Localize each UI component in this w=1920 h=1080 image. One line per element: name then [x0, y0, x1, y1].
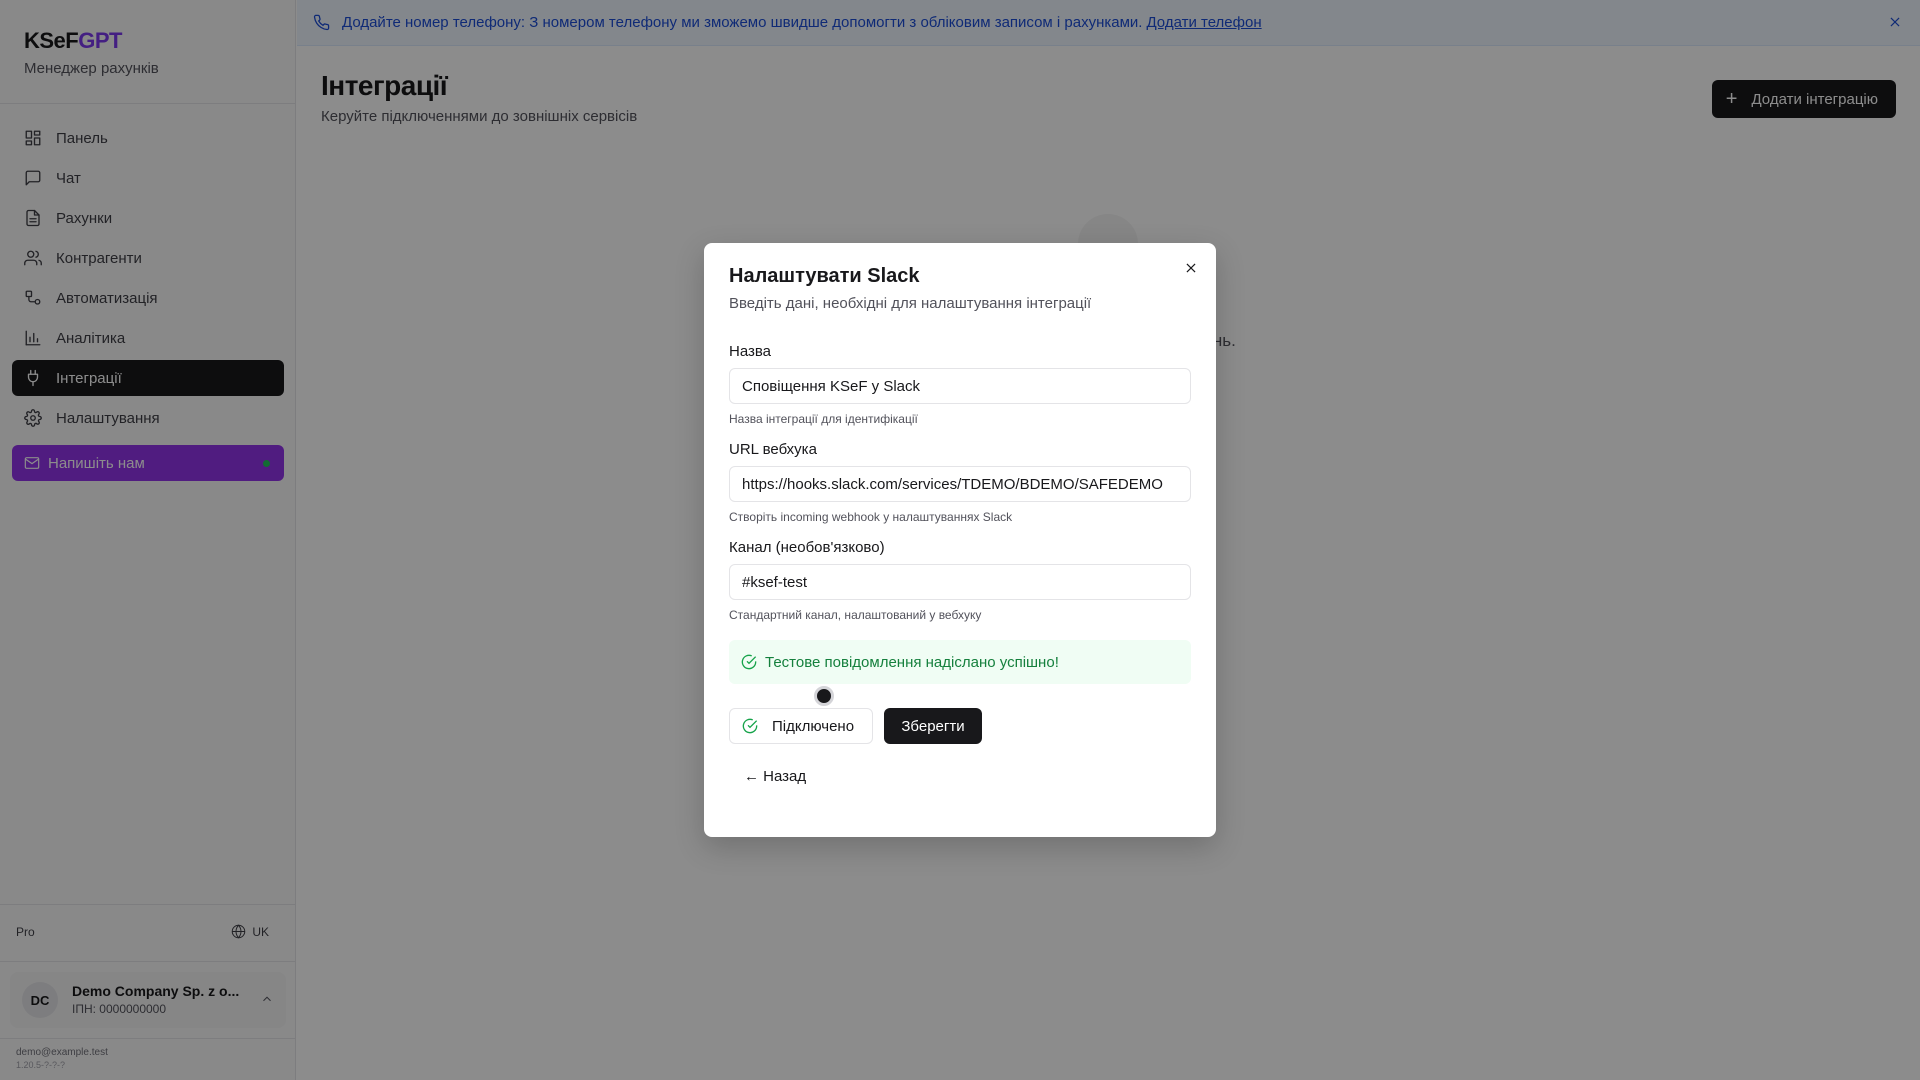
- success-alert: Тестове повідомлення надіслано успішно!: [729, 640, 1191, 684]
- webhook-url-input[interactable]: [729, 466, 1191, 502]
- slack-config-dialog: Налаштувати Slack Введіть дані, необхідн…: [704, 243, 1216, 837]
- name-label: Назва: [729, 343, 772, 360]
- channel-label: Канал (необов'язково): [729, 539, 885, 556]
- save-button[interactable]: Зберегти: [884, 708, 982, 744]
- name-input[interactable]: [729, 368, 1191, 404]
- back-button[interactable]: ← Назад: [744, 768, 806, 785]
- channel-input[interactable]: [729, 564, 1191, 600]
- cursor-indicator: [814, 686, 834, 706]
- check-circle-icon: [741, 654, 757, 670]
- webhook-hint: Створіть incoming webhook у налаштування…: [729, 510, 1013, 524]
- name-hint: Назва інтеграції для ідентифікації: [729, 412, 918, 426]
- dialog-description: Введіть дані, необхідні для налаштування…: [729, 295, 1092, 312]
- dialog-title: Налаштувати Slack: [729, 265, 920, 287]
- connected-label: Підключено: [772, 717, 855, 735]
- channel-hint: Стандартний канал, налаштований у вебхук…: [729, 608, 982, 622]
- success-message: Тестове повідомлення надіслано успішно!: [765, 653, 1059, 671]
- webhook-label: URL вебхука: [729, 441, 817, 458]
- close-icon[interactable]: [1184, 261, 1198, 275]
- check-circle-icon: [742, 718, 758, 734]
- test-connection-button[interactable]: Підключено: [729, 708, 873, 744]
